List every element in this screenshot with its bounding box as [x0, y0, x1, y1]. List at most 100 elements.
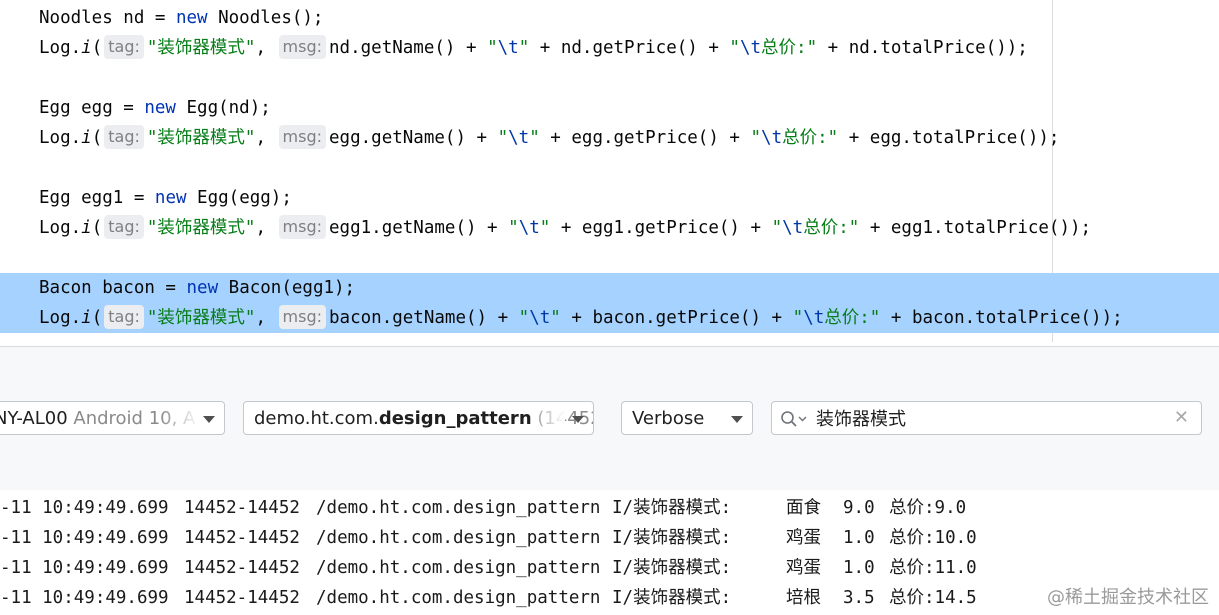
search-icon[interactable]: [780, 410, 810, 428]
log-package: /demo.ht.com.design_pattern: [316, 498, 601, 518]
log-item-name: 鸡蛋: [786, 558, 821, 578]
method-name: i: [81, 128, 92, 148]
log-total-price: 总价:11.0: [889, 558, 977, 578]
string-literal: ": [550, 308, 561, 328]
code-text: Log.: [39, 38, 82, 58]
code-text: Bacon bacon =: [39, 278, 187, 298]
method-name: i: [81, 218, 92, 238]
string-literal: ": [771, 218, 783, 238]
string-literal: "装饰器模式": [146, 38, 256, 58]
code-line[interactable]: Log.i(tag: "装饰器模式", msg: bacon.getName() +…: [0, 303, 1219, 333]
code-line[interactable]: [0, 63, 1219, 93]
code-text: ,: [255, 218, 266, 238]
log-item-name: 鸡蛋: [786, 528, 821, 548]
string-literal: ": [792, 308, 804, 328]
escape-sequence: \t: [782, 218, 804, 238]
code-text: + nd.totalPrice());: [817, 38, 1028, 58]
method-name: i: [81, 38, 92, 58]
escape-sequence: \t: [529, 308, 551, 328]
code-line[interactable]: [0, 243, 1219, 273]
log-pid: 14452-14452: [184, 558, 300, 578]
log-timestamp: -11 10:49:49.699: [0, 498, 169, 518]
string-literal: "装饰器模式": [146, 308, 256, 328]
log-tag: I/装饰器模式:: [612, 498, 732, 518]
code-text: (: [91, 128, 103, 148]
code-text: Bacon(egg1);: [218, 278, 356, 298]
string-literal: 总价:": [782, 128, 839, 148]
code-line[interactable]: Bacon bacon = new Bacon(egg1);: [0, 273, 1219, 303]
tag-parameter-hint: tag:: [104, 35, 144, 59]
code-line[interactable]: Noodles nd = new Noodles();: [0, 3, 1219, 33]
code-text: egg1.getName() +: [329, 218, 509, 238]
code-text: + egg.getPrice() +: [539, 128, 751, 148]
code-text: Log.: [39, 128, 82, 148]
code-editor[interactable]: Noodles nd = new Noodles(); Log.i(tag: "装饰…: [0, 0, 1219, 346]
code-text: egg.getName() +: [329, 128, 498, 148]
log-tag: I/装饰器模式:: [612, 588, 732, 608]
log-total-price: 总价:14.5: [889, 588, 977, 608]
code-line[interactable]: Log.i(tag: "装饰器模式", msg: egg1.getName() + …: [0, 213, 1219, 243]
log-level-selector[interactable]: Verbose: [621, 401, 753, 435]
code-line[interactable]: Log.i(tag: "装饰器模式", msg: nd.getName() + "\…: [0, 33, 1219, 63]
code-text: + bacon.totalPrice());: [880, 308, 1123, 328]
string-literal: 总价:": [761, 38, 818, 58]
string-literal: ": [508, 218, 519, 238]
log-timestamp: -11 10:49:49.699: [0, 528, 169, 548]
code-line[interactable]: Egg egg1 = new Egg(egg);: [0, 183, 1219, 213]
log-pid: 14452-14452: [184, 528, 300, 548]
log-timestamp: -11 10:49:49.699: [0, 588, 169, 608]
code-text: bacon.getName() +: [329, 308, 519, 328]
keyword-new: new: [154, 188, 187, 208]
search-input[interactable]: [816, 404, 1156, 432]
string-literal: ": [529, 128, 540, 148]
code-text: + nd.getPrice() +: [529, 38, 730, 58]
log-output[interactable]: -11 10:49:49.699 14452-14452/demo.ht.com.…: [0, 490, 1219, 615]
code-text: Egg egg1 =: [39, 188, 155, 208]
string-literal: 总价:": [803, 218, 860, 238]
log-tag: I/装饰器模式:: [612, 558, 732, 578]
code-text: + bacon.getPrice() +: [560, 308, 793, 328]
log-item-price: 9.0: [843, 498, 875, 518]
process-selector[interactable]: demo.ht.com.design_pattern (14452): [243, 401, 594, 435]
code-text: ,: [255, 128, 266, 148]
tag-parameter-hint: tag:: [104, 125, 144, 149]
log-level-label: Verbose: [632, 408, 705, 429]
code-text: nd.getName() +: [329, 38, 488, 58]
code-text: + egg1.totalPrice());: [859, 218, 1092, 238]
string-literal: ": [539, 218, 551, 238]
log-pid: 14452-14452: [184, 588, 300, 608]
code-text: Egg(nd);: [175, 98, 271, 118]
code-line[interactable]: Egg egg = new Egg(nd);: [0, 93, 1219, 123]
msg-parameter-hint: msg:: [278, 125, 327, 149]
code-text: Noodles nd =: [39, 8, 176, 28]
process-fade: [529, 402, 565, 434]
log-package: /demo.ht.com.design_pattern: [316, 588, 601, 608]
string-literal: 总价:": [824, 308, 881, 328]
code-text: (: [91, 218, 103, 238]
code-line[interactable]: Log.i(tag: "装饰器模式", msg: egg.getName() + "…: [0, 123, 1219, 153]
device-selector[interactable]: NY-AL00 Android 10, A: [0, 401, 225, 435]
string-literal: ": [518, 38, 530, 58]
escape-sequence: \t: [803, 308, 825, 328]
escape-sequence: \t: [518, 218, 540, 238]
code-text: Noodles();: [207, 8, 324, 28]
escape-sequence: \t: [508, 128, 530, 148]
log-item-name: 面食: [786, 498, 821, 518]
keyword-new: new: [144, 98, 176, 118]
method-name: i: [81, 308, 92, 328]
escape-sequence: \t: [739, 38, 762, 58]
string-literal: ": [497, 128, 509, 148]
code-line[interactable]: [0, 153, 1219, 183]
log-item-price: 1.0: [843, 528, 875, 548]
msg-parameter-hint: msg:: [278, 215, 327, 239]
msg-parameter-hint: msg:: [278, 35, 327, 59]
log-total-price: 总价:10.0: [889, 528, 977, 548]
code-text: ,: [255, 308, 266, 328]
clear-icon[interactable]: ✕: [1174, 408, 1189, 428]
log-search-box[interactable]: ✕: [771, 401, 1202, 435]
device-fade: [160, 402, 200, 434]
